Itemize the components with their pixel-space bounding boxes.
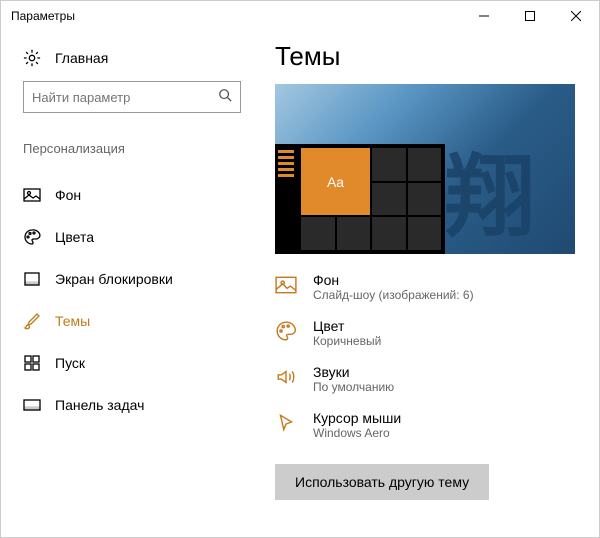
setting-color[interactable]: Цвет Коричневый xyxy=(275,318,575,348)
close-button[interactable] xyxy=(553,1,599,31)
section-header: Персонализация xyxy=(23,141,241,156)
main-content: Темы 翔 Aa Фон Слайд-шоу (изображений: 6) xyxy=(263,31,599,537)
setting-subtitle: Коричневый xyxy=(313,334,381,348)
home-label: Главная xyxy=(55,50,108,66)
setting-subtitle: По умолчанию xyxy=(313,380,394,394)
use-other-theme-button[interactable]: Использовать другую тему xyxy=(275,464,489,500)
cursor-icon xyxy=(275,412,297,434)
theme-preview: 翔 Aa xyxy=(275,84,575,254)
setting-sounds[interactable]: Звуки По умолчанию xyxy=(275,364,575,394)
search-icon xyxy=(218,88,232,107)
nav-item-taskbar[interactable]: Панель задач xyxy=(1,384,263,426)
setting-title: Звуки xyxy=(313,364,394,380)
setting-subtitle: Слайд-шоу (изображений: 6) xyxy=(313,288,474,302)
gear-icon xyxy=(23,49,41,67)
titlebar: Параметры xyxy=(1,1,599,31)
nav-item-start[interactable]: Пуск xyxy=(1,342,263,384)
preview-kanji: 翔 xyxy=(445,124,535,254)
nav-item-background[interactable]: Фон xyxy=(1,174,263,216)
search-input[interactable] xyxy=(32,90,218,105)
minimize-button[interactable] xyxy=(461,1,507,31)
setting-title: Цвет xyxy=(313,318,381,334)
nav-item-colors[interactable]: Цвета xyxy=(1,216,263,258)
sidebar: Главная Персонализация Фон Цвета Экран б… xyxy=(1,31,263,537)
speaker-icon xyxy=(275,366,297,388)
picture-icon xyxy=(23,186,41,204)
brush-icon xyxy=(23,312,41,330)
taskbar-icon xyxy=(23,396,41,414)
nav-label: Пуск xyxy=(55,355,85,371)
setting-cursor[interactable]: Курсор мыши Windows Aero xyxy=(275,410,575,440)
nav-label: Панель задач xyxy=(55,397,144,413)
start-icon xyxy=(23,354,41,372)
setting-title: Фон xyxy=(313,272,474,288)
window-title: Параметры xyxy=(11,9,461,23)
palette-icon xyxy=(23,228,41,246)
nav-label: Фон xyxy=(55,187,81,203)
nav-label: Цвета xyxy=(55,229,94,245)
nav-item-lockscreen[interactable]: Экран блокировки xyxy=(1,258,263,300)
home-link[interactable]: Главная xyxy=(23,49,241,67)
page-title: Темы xyxy=(275,41,575,72)
setting-subtitle: Windows Aero xyxy=(313,426,401,440)
nav-item-themes[interactable]: Темы xyxy=(1,300,263,342)
nav-label: Экран блокировки xyxy=(55,271,173,287)
lockscreen-icon xyxy=(23,270,41,288)
preview-start-menu: Aa xyxy=(275,144,445,254)
maximize-button[interactable] xyxy=(507,1,553,31)
setting-title: Курсор мыши xyxy=(313,410,401,426)
window-controls xyxy=(461,1,599,31)
palette-icon xyxy=(275,320,297,342)
picture-icon xyxy=(275,274,297,296)
preview-accent-tile: Aa xyxy=(301,148,370,215)
search-box[interactable] xyxy=(23,81,241,113)
nav-label: Темы xyxy=(55,313,90,329)
setting-background[interactable]: Фон Слайд-шоу (изображений: 6) xyxy=(275,272,575,302)
